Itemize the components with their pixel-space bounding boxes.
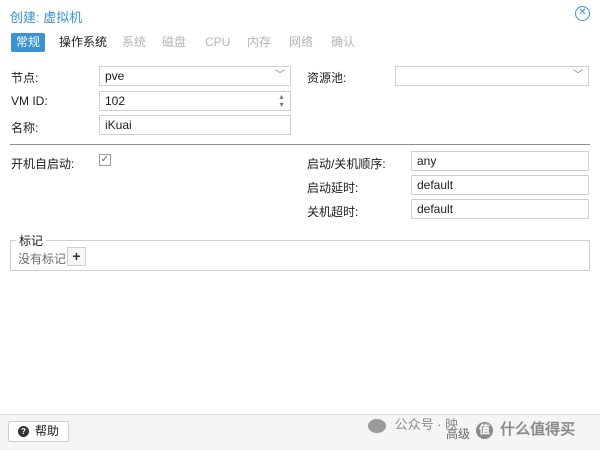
node-value: pve [105,69,125,83]
spinner-down-icon[interactable]: ▾ [277,101,286,109]
tab-cpu[interactable]: CPU [200,33,235,52]
chevron-down-icon[interactable]: ﹀ [573,67,583,85]
plus-icon: + [72,248,81,264]
tab-confirm[interactable]: 确认 [326,33,360,52]
tab-memory[interactable]: 内存 [242,33,276,52]
spinner-icon[interactable]: ▴ ▾ [277,93,286,109]
watermark-brand: 值 什么值得买 [476,418,575,439]
help-label: 帮助 [35,424,60,438]
add-tag-button[interactable]: + [67,247,86,266]
check-icon: ✓ [100,154,110,165]
tab-general[interactable]: 常规 [11,33,46,52]
order-label: 启动/关机顺序: [307,157,386,171]
tab-system[interactable]: 系统 [117,33,151,52]
order-value: any [417,154,437,168]
dialog-titlebar: 创建: 虚拟机 ✕ [0,0,600,28]
chevron-down-icon[interactable]: ﹀ [275,67,285,85]
no-tags-text: 没有标记 [18,252,67,266]
pool-label: 资源池: [307,71,347,85]
node-label: 节点: [11,71,39,85]
startup-delay-input[interactable]: default [411,175,589,195]
shutdown-timeout-label: 关机超时: [307,205,359,219]
wechat-icon [368,418,386,433]
tags-legend: 标记 [16,232,47,249]
question-icon: ? [18,426,29,437]
help-button[interactable]: ? 帮助 [8,421,69,442]
shutdown-timeout-input[interactable]: default [411,199,589,219]
brand-badge-icon: 值 [476,421,493,439]
onboot-label: 开机自启动: [11,157,75,171]
name-input[interactable]: iKuai [99,115,291,135]
tags-fieldset [10,240,590,271]
vmid-label: VM ID: [11,94,48,108]
startup-delay-label: 启动延时: [307,181,359,195]
watermark-account-text: 公众号 · 映 [394,417,459,432]
shutdown-timeout-value: default [417,202,454,216]
tab-os[interactable]: 操作系统 [54,33,112,52]
create-vm-dialog: 创建: 虚拟机 ✕ 常规 操作系统 系统 磁盘 CPU 内存 网络 确认 节点:… [0,0,600,450]
tab-disk[interactable]: 磁盘 [157,33,191,52]
section-divider [10,144,590,145]
name-value: iKuai [105,118,132,132]
watermark-account: 公众号 · 映 [368,414,458,433]
vmid-value: 102 [105,94,126,108]
name-label: 名称: [11,121,39,135]
onboot-checkbox[interactable]: ✓ [99,154,111,166]
dialog-title: 创建: 虚拟机 [10,10,83,25]
watermark-brand-text: 什么值得买 [500,421,576,438]
node-select[interactable]: pve ﹀ [99,66,291,86]
order-input[interactable]: any [411,151,589,171]
close-icon[interactable]: ✕ [575,6,590,21]
tab-network[interactable]: 网络 [284,33,318,52]
startup-delay-value: default [417,178,454,192]
pool-select[interactable]: ﹀ [395,66,589,86]
vmid-input[interactable]: 102 ▴ ▾ [99,91,291,111]
tab-bar: 常规 操作系统 系统 磁盘 CPU 内存 网络 确认 [0,31,600,53]
